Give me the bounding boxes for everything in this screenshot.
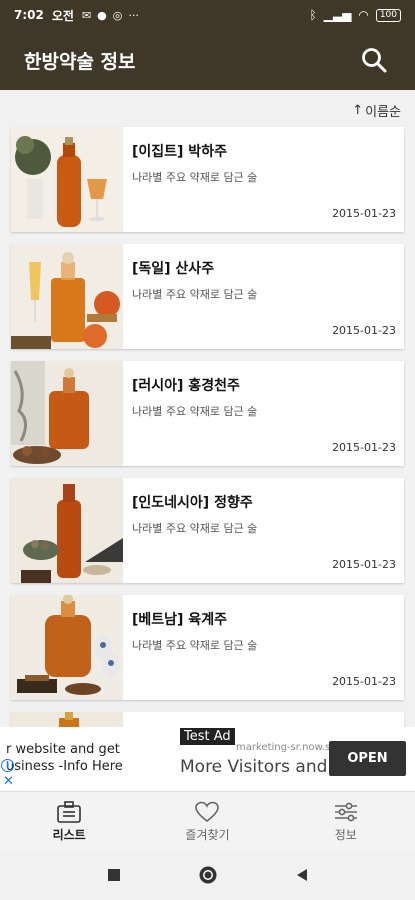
recents-button[interactable] — [102, 863, 126, 887]
list-item[interactable]: [이집트] 박하주 나라별 주요 약재로 담근 술 2015-01-23 — [11, 127, 404, 232]
item-title: [독일] 산사주 — [132, 261, 215, 277]
app-notification-icon: ● — [97, 8, 107, 22]
item-subtitle: 나라별 주요 약재로 담근 술 — [132, 522, 258, 535]
list-item[interactable]: [러시아] 홍경천주 나라별 주요 약재로 담근 술 2015-01-23 — [11, 361, 404, 466]
search-icon — [362, 48, 387, 73]
ad-left-line1: r website and get — [6, 742, 120, 757]
liquor-list: [이집트] 박하주 나라별 주요 약재로 담근 술 2015-01-23 [독일… — [11, 127, 404, 744]
notification-icons: ✉ ● ◎ ··· — [82, 9, 139, 22]
bottom-nav: 리스트 즐겨찾기 정보 — [0, 791, 415, 850]
item-date: 2015-01-23 — [332, 441, 396, 454]
ad-url: marketing-sr.now.site — [236, 742, 344, 753]
status-ampm: 오전 — [51, 8, 74, 23]
item-subtitle: 나라별 주요 약재로 담근 술 — [132, 639, 258, 652]
item-date: 2015-01-23 — [332, 675, 396, 688]
item-date: 2015-01-23 — [332, 558, 396, 571]
sliders-icon — [334, 802, 357, 821]
sort-toggle[interactable]: ↑ 이름순 — [352, 100, 401, 120]
nav-list[interactable]: 리스트 — [0, 792, 138, 850]
item-subtitle: 나라별 주요 약재로 담근 술 — [132, 405, 258, 418]
status-time: 7:02 — [14, 8, 44, 22]
item-title: [러시아] 홍경천주 — [132, 378, 240, 394]
nav-favorites[interactable]: 즐겨찾기 — [138, 792, 276, 850]
arrow-up-icon: ↑ — [352, 102, 364, 118]
item-thumbnail — [11, 478, 123, 583]
list-item[interactable]: [인도네시아] 정향주 나라별 주요 약재로 담근 술 2015-01-23 — [11, 478, 404, 583]
status-bar: 7:02 오전 ✉ ● ◎ ··· ᛒ ▁▃▅ ◠ 100 — [0, 0, 415, 30]
ad-close-icon[interactable]: ✕ — [3, 774, 14, 789]
heart-icon — [195, 801, 220, 822]
signal-icon: ▁▃▅ — [323, 8, 352, 22]
app-bar: 한방약술 정보 — [0, 30, 415, 90]
circle-icon — [199, 866, 216, 884]
item-subtitle: 나라별 주요 약재로 담근 술 — [132, 288, 258, 301]
item-thumbnail — [11, 244, 123, 349]
ad-info-icon[interactable]: i — [1, 759, 14, 772]
briefcase-icon — [57, 800, 81, 823]
nav-label: 즐겨찾기 — [185, 827, 230, 842]
status-right: ᛒ ▁▃▅ ◠ 100 — [309, 8, 401, 22]
ad-open-button[interactable]: OPEN — [329, 741, 406, 776]
battery-icon: 100 — [375, 8, 401, 22]
nav-label: 리스트 — [52, 827, 86, 842]
list-item[interactable]: [독일] 산사주 나라별 주요 약재로 담근 술 2015-01-23 — [11, 244, 404, 349]
ad-left-text: r website and get usiness -Info Here — [6, 741, 123, 775]
app-title: 한방약술 정보 — [24, 50, 136, 73]
search-button[interactable] — [357, 43, 391, 77]
nav-label: 정보 — [334, 827, 357, 842]
item-date: 2015-01-23 — [332, 207, 396, 220]
test-ad-label: Test Ad — [180, 728, 235, 745]
triangle-left-icon — [296, 869, 307, 881]
bluetooth-icon: ᛒ — [309, 8, 317, 22]
back-button[interactable] — [290, 863, 314, 887]
item-title: [인도네시아] 정향주 — [132, 495, 253, 511]
nav-info[interactable]: 정보 — [277, 792, 415, 850]
item-thumbnail — [11, 127, 123, 232]
ad-headline: More Visitors and — [180, 757, 328, 777]
square-icon — [107, 869, 120, 881]
item-thumbnail — [11, 361, 123, 466]
item-subtitle: 나라별 주요 약재로 담근 술 — [132, 171, 258, 184]
sync-icon: ◎ — [112, 8, 123, 22]
item-title: [이집트] 박하주 — [132, 144, 227, 160]
item-title: [베트남] 육계주 — [132, 612, 227, 628]
item-date: 2015-01-23 — [332, 324, 396, 337]
sort-label: 이름순 — [365, 104, 401, 120]
ad-left-line2: usiness -Info Here — [6, 759, 123, 774]
list-item[interactable]: [베트남] 육계주 나라별 주요 약재로 담근 술 2015-01-23 — [11, 595, 404, 700]
home-button[interactable] — [196, 863, 220, 887]
more-notifications-icon: ··· — [128, 8, 139, 22]
system-nav-bar — [0, 850, 415, 900]
item-thumbnail — [11, 595, 123, 700]
wifi-icon: ◠ — [358, 8, 369, 22]
mail-icon: ✉ — [81, 8, 92, 22]
ad-banner[interactable]: r website and get usiness -Info Here i ✕… — [0, 727, 415, 791]
